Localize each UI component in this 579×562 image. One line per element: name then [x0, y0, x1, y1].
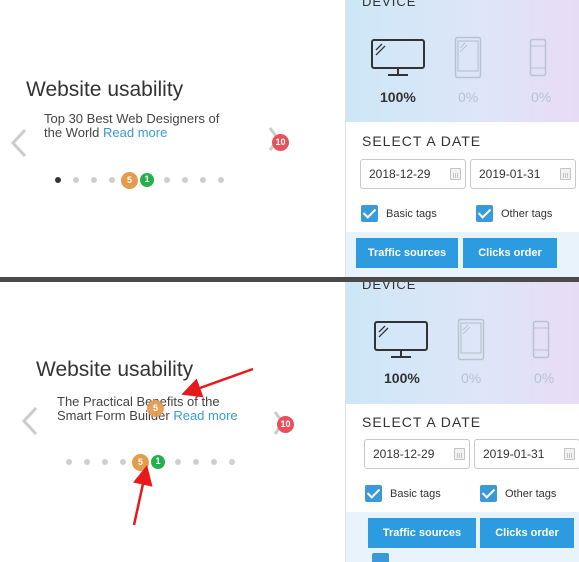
other-tags-checkbox[interactable]: Other tags — [476, 205, 552, 222]
notification-badge: 10 — [272, 134, 289, 151]
button-bar: Traffic sources Clicks order — [346, 512, 579, 562]
checkmark-icon[interactable] — [476, 205, 493, 222]
carousel-dot[interactable] — [91, 177, 97, 183]
start-date-value: 2018-12-29 — [369, 167, 431, 181]
tablet-percent: 0% — [458, 89, 479, 105]
checkmark-icon[interactable] — [361, 205, 378, 222]
carousel-dot[interactable] — [200, 177, 206, 183]
device-label: DEVICE — [362, 282, 417, 292]
other-tags-label: Other tags — [501, 207, 553, 220]
mobile-icon[interactable] — [532, 320, 550, 365]
desktop-percent: 100% — [384, 370, 420, 386]
annotation-arrow — [181, 367, 254, 398]
carousel: Website usability Top 30 Best Web Design… — [0, 0, 345, 278]
carousel-dot[interactable] — [109, 177, 115, 183]
carousel-dot[interactable] — [73, 177, 79, 183]
button-bar: Traffic sources Clicks order — [346, 232, 579, 278]
desktop-icon[interactable] — [370, 38, 426, 85]
chevron-left-icon[interactable] — [10, 128, 28, 158]
mobile-icon[interactable] — [529, 38, 547, 83]
sidebar: DEVICE 100% 0% 0% SELECT A DATE 2018-12-… — [345, 282, 579, 562]
tablet-icon[interactable] — [457, 318, 485, 367]
other-tags-label: Other tags — [505, 487, 557, 500]
annotation-arrows — [132, 367, 254, 526]
start-date-input[interactable]: 2018-12-29 — [360, 159, 466, 189]
basic-tags-label: Basic tags — [390, 487, 441, 500]
slide-text: Top 30 Best Web Designers of the World R… — [44, 112, 219, 140]
other-tags-checkbox[interactable]: Other tags — [480, 485, 556, 502]
traffic-sources-button[interactable]: Traffic sources — [356, 238, 458, 268]
slide-title: Website usability — [26, 78, 184, 101]
slide-text-line: Top 30 Best Web Designers of — [44, 111, 220, 126]
desktop-percent: 100% — [380, 89, 416, 105]
calendar-icon[interactable] — [564, 448, 575, 460]
calendar-icon[interactable] — [454, 448, 465, 460]
device-label: DEVICE — [362, 0, 417, 9]
device-panel: DEVICE 100% 0% 0% — [346, 282, 579, 404]
screenshot-top: Website usability Top 30 Best Web Design… — [0, 0, 579, 278]
read-more-link[interactable]: Read more — [103, 125, 167, 140]
notification-badge: 1 — [138, 171, 156, 189]
slide-text-line-part: the World — [44, 125, 100, 140]
calendar-icon[interactable] — [450, 168, 461, 180]
start-date-value: 2018-12-29 — [373, 447, 435, 461]
end-date-input[interactable]: 2019-01-31 — [474, 439, 579, 469]
carousel-dot[interactable] — [164, 177, 170, 183]
notification-badge: 5 — [121, 171, 138, 189]
calendar-icon[interactable] — [560, 168, 571, 180]
traffic-sources-button[interactable]: Traffic sources — [368, 518, 476, 548]
end-date-input[interactable]: 2019-01-31 — [470, 159, 576, 189]
clicks-order-button[interactable]: Clicks order — [463, 238, 557, 268]
screenshot-bottom: Website usability The Practical Benefits… — [0, 282, 579, 562]
carousel-dot[interactable] — [218, 177, 224, 183]
tablet-percent: 0% — [461, 370, 482, 386]
basic-tags-checkbox[interactable]: Basic tags — [361, 205, 437, 222]
device-panel: DEVICE 100% 0% 0% — [346, 0, 579, 122]
basic-tags-checkbox[interactable]: Basic tags — [365, 485, 441, 502]
partial-checkbox[interactable] — [372, 553, 389, 562]
sidebar: DEVICE 100% 0% 0% SELECT A DATE 2018-12-… — [345, 0, 579, 278]
basic-tags-label: Basic tags — [386, 207, 437, 220]
carousel-dot[interactable] — [55, 177, 61, 183]
checkmark-icon[interactable] — [480, 485, 497, 502]
carousel-dots: 5 1 — [55, 171, 236, 189]
clicks-order-button[interactable]: Clicks order — [480, 518, 574, 548]
checkmark-icon[interactable] — [365, 485, 382, 502]
end-date-value: 2019-01-31 — [479, 167, 541, 181]
select-date-label: SELECT A DATE — [362, 133, 482, 149]
slide-text-line: the World Read more — [44, 126, 219, 140]
end-date-value: 2019-01-31 — [483, 447, 545, 461]
mobile-percent: 0% — [534, 370, 555, 386]
select-date-label: SELECT A DATE — [362, 414, 482, 430]
start-date-input[interactable]: 2018-12-29 — [364, 439, 470, 469]
carousel-dot[interactable] — [182, 177, 188, 183]
desktop-icon[interactable] — [373, 320, 429, 367]
tablet-icon[interactable] — [454, 36, 482, 85]
mobile-percent: 0% — [531, 89, 552, 105]
annotation-arrow — [132, 465, 153, 526]
